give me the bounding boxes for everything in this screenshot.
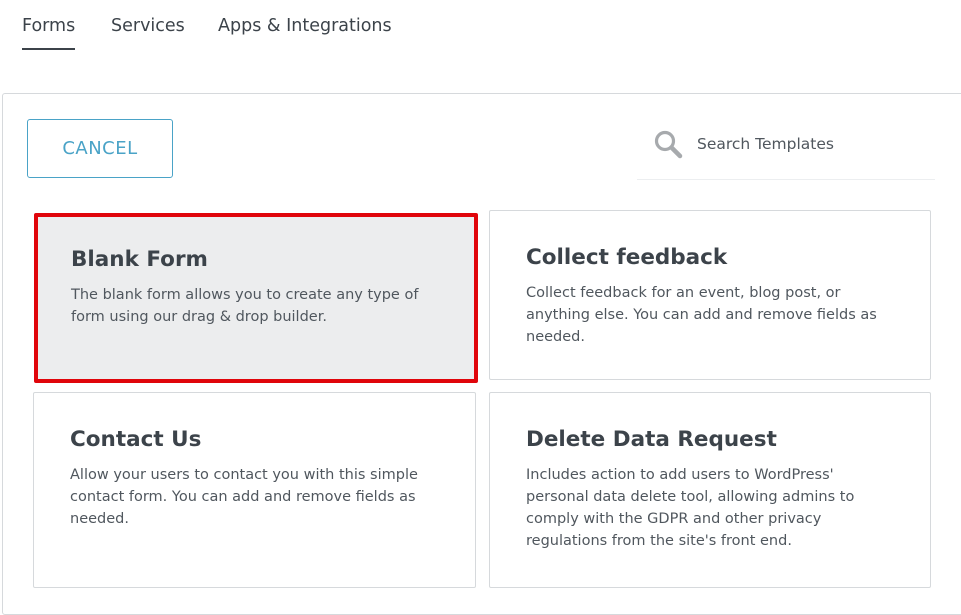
tab-apps-integrations[interactable]: Apps & Integrations [218, 14, 392, 38]
search-icon [654, 130, 683, 159]
top-tab-bar: Forms Services Apps & Integrations [0, 0, 961, 60]
template-card-description: Allow your users to contact you with thi… [70, 467, 418, 527]
template-card-title: Delete Data Request [526, 427, 777, 452]
template-card-collect-feedback[interactable]: Collect feedback Collect feedback for an… [489, 210, 931, 380]
template-card-delete-data-request[interactable]: Delete Data Request Includes action to a… [489, 392, 931, 588]
tab-forms[interactable]: Forms [22, 14, 76, 50]
template-card-title: Contact Us [70, 427, 202, 452]
cancel-button[interactable]: CANCEL [27, 119, 173, 178]
template-card-description: Includes action to add users to WordPres… [526, 467, 855, 549]
template-card-blank-form[interactable]: Blank Form The blank form allows you to … [34, 213, 478, 383]
template-card-contact-us[interactable]: Contact Us Allow your users to contact y… [33, 392, 476, 588]
tab-services[interactable]: Services [111, 14, 185, 38]
search-box[interactable] [637, 120, 935, 180]
template-card-title: Collect feedback [526, 245, 728, 270]
template-card-description: Collect feedback for an event, blog post… [526, 285, 877, 345]
template-card-description: The blank form allows you to create any … [71, 287, 419, 325]
search-input[interactable] [697, 132, 927, 156]
template-card-title: Blank Form [71, 247, 208, 272]
